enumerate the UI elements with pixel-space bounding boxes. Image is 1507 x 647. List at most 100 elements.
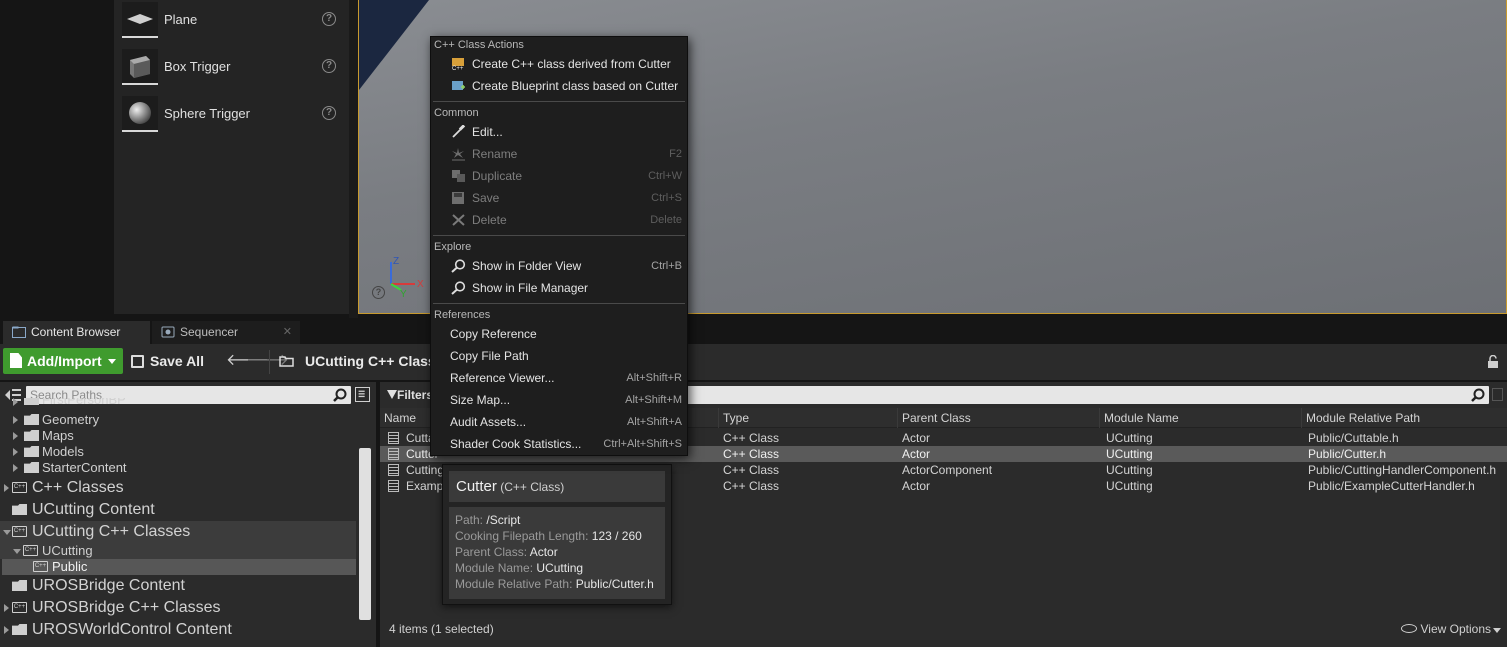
close-icon[interactable]: ✕ <box>283 321 292 343</box>
cell-type: C++ Class <box>723 447 780 461</box>
menu-item-reference-viewer[interactable]: Reference Viewer... Alt+Shift+R <box>431 367 687 389</box>
tooltip-value: UCutting <box>536 561 584 575</box>
menu-item-save[interactable]: Save Ctrl+S <box>431 187 687 209</box>
viewport-help-icon[interactable]: ? <box>372 286 385 299</box>
duplicate-icon <box>452 170 465 182</box>
column-header-parent-class[interactable]: Parent Class <box>897 408 971 428</box>
menu-item-copy-file-path[interactable]: Copy File Path <box>431 345 687 367</box>
place-item-box-trigger[interactable]: Box Trigger ? <box>122 47 346 87</box>
chevron-right-icon[interactable] <box>13 448 18 456</box>
folder-icon <box>12 624 27 635</box>
menu-item-create-blueprint-class[interactable]: Create Blueprint class based on Cutter <box>431 75 687 97</box>
tab-sequencer[interactable]: Sequencer ✕ <box>152 321 300 344</box>
tree-item-label: UROSBridge C++ Classes <box>32 599 221 616</box>
menu-item-shortcut: F2 <box>669 148 682 160</box>
help-icon[interactable]: ? <box>322 12 336 26</box>
menu-item-label: Rename <box>472 147 518 161</box>
tree-item-label: Public <box>52 559 88 574</box>
tooltip-key: Path: <box>455 513 484 527</box>
column-header-module-name[interactable]: Module Name <box>1099 408 1179 428</box>
chevron-right-icon[interactable] <box>4 484 9 492</box>
save-search-icon[interactable] <box>1492 388 1503 401</box>
back-arrow-icon[interactable]: 🡐 <box>226 353 269 369</box>
tab-content-browser[interactable]: Content Browser <box>3 321 150 344</box>
menu-item-duplicate[interactable]: Duplicate Ctrl+W <box>431 165 687 187</box>
add-import-label: Add/Import <box>27 353 102 369</box>
tree-item-startercontent[interactable]: StarterContent <box>0 460 350 476</box>
folder-icon <box>24 430 39 441</box>
chevron-right-icon[interactable] <box>13 432 18 440</box>
tree-item-label: UROSWorldControl Content <box>32 621 232 638</box>
add-import-button[interactable]: Add/Import <box>3 348 123 374</box>
tree-item-maps[interactable]: Maps <box>0 428 350 444</box>
cpp-file-icon <box>388 448 399 460</box>
place-item-plane[interactable]: Plane ? <box>122 0 346 40</box>
search-assets-input[interactable] <box>686 386 1489 404</box>
tree-item-firstpersonbp[interactable]: FirstPersonBP <box>0 398 350 408</box>
tree-item-models[interactable]: Models <box>0 444 350 460</box>
column-header-type[interactable]: Type <box>718 408 749 428</box>
breadcrumb-path[interactable]: UCutting C++ Class <box>305 353 436 369</box>
chevron-right-icon[interactable] <box>4 604 9 612</box>
column-header-module-relative-path[interactable]: Module Relative Path <box>1301 408 1420 428</box>
menu-item-copy-reference[interactable]: Copy Reference <box>431 323 687 345</box>
tree-item-ucutting-content[interactable]: UCutting Content <box>0 499 356 521</box>
help-icon[interactable]: ? <box>322 59 336 73</box>
menu-item-create-cpp-class[interactable]: C++ Create C++ class derived from Cutter <box>431 53 687 75</box>
place-item-sphere-trigger[interactable]: Sphere Trigger ? <box>122 94 346 134</box>
menu-section-heading: References <box>434 309 491 321</box>
cell-type: C++ Class <box>723 463 780 477</box>
menu-item-show-in-file-manager[interactable]: Show in File Manager <box>431 277 687 299</box>
tree-item-label: UCutting <box>42 543 93 558</box>
menu-item-audit-assets[interactable]: Audit Assets... Alt+Shift+A <box>431 411 687 433</box>
tree-item-geometry[interactable]: Geometry <box>0 412 350 428</box>
menu-item-label: Show in File Manager <box>472 281 589 295</box>
axis-y-label: Y <box>400 289 407 300</box>
menu-item-shader-cook-statistics[interactable]: Shader Cook Statistics... Ctrl+Alt+Shift… <box>431 433 687 455</box>
panel-splitter[interactable] <box>349 0 358 318</box>
tab-label: Sequencer <box>180 325 239 339</box>
cell-module-name: UCutting <box>1106 463 1153 477</box>
tree-item-label: FirstPersonBP <box>42 398 126 407</box>
menu-item-rename[interactable]: Rename F2 <box>431 143 687 165</box>
save-all-label: Save All <box>150 353 204 369</box>
cpp-folder-icon: C++ <box>23 545 38 556</box>
menu-item-label: Show in Folder View <box>472 259 582 273</box>
tree-item-urosworldcontrol-content[interactable]: UROSWorldControl Content <box>0 619 356 641</box>
list-view-icon[interactable] <box>355 387 370 402</box>
help-icon[interactable]: ? <box>322 106 336 120</box>
tree-item-ucutting[interactable]: C++ UCutting <box>0 543 356 559</box>
tree-item-label: StarterContent <box>42 460 127 475</box>
tree-item-cpp-classes[interactable]: C++ C++ Classes <box>0 477 356 499</box>
menu-item-edit[interactable]: Edit... <box>431 121 687 143</box>
chevron-right-icon[interactable] <box>13 416 18 424</box>
tooltip-value: /Script <box>486 513 521 527</box>
cell-module-name: UCutting <box>1106 447 1153 461</box>
viewport-sky-corner <box>359 0 429 90</box>
sources-scrollbar[interactable] <box>359 448 371 620</box>
filters-button[interactable]: Filters <box>384 386 433 404</box>
tooltip-title: Cutter <box>456 478 497 495</box>
chevron-right-icon[interactable] <box>4 626 9 634</box>
item-count-status: 4 items (1 selected) <box>389 622 494 636</box>
lock-icon[interactable] <box>1487 355 1499 369</box>
chevron-down-icon[interactable] <box>13 549 21 554</box>
save-all-button[interactable]: Save All <box>131 348 204 374</box>
cell-module-name: UCutting <box>1106 479 1153 493</box>
menu-section-heading: Explore <box>434 241 472 253</box>
column-header-name[interactable]: Name <box>380 408 416 428</box>
forward-arrow-icon[interactable]: 🡒 <box>246 353 289 369</box>
menu-item-delete[interactable]: Delete Delete <box>431 209 687 231</box>
view-options-button[interactable]: View Options <box>1400 622 1501 636</box>
tree-item-ucutting-cpp-classes[interactable]: C++ UCutting C++ Classes <box>0 521 356 543</box>
tree-item-public[interactable]: C++ Public <box>2 559 356 575</box>
tree-item-urosbridge-cpp-classes[interactable]: C++ UROSBridge C++ Classes <box>0 597 356 619</box>
folder-icon <box>24 414 39 425</box>
menu-item-show-in-folder-view[interactable]: Show in Folder View Ctrl+B <box>431 255 687 277</box>
folder-icon <box>24 398 39 405</box>
chevron-down-icon[interactable] <box>3 530 11 535</box>
chevron-right-icon[interactable] <box>13 464 18 472</box>
tree-item-urosbridge-content[interactable]: UROSBridge Content <box>0 575 356 597</box>
toolbar-divider <box>269 350 270 374</box>
menu-item-size-map[interactable]: Size Map... Alt+Shift+M <box>431 389 687 411</box>
